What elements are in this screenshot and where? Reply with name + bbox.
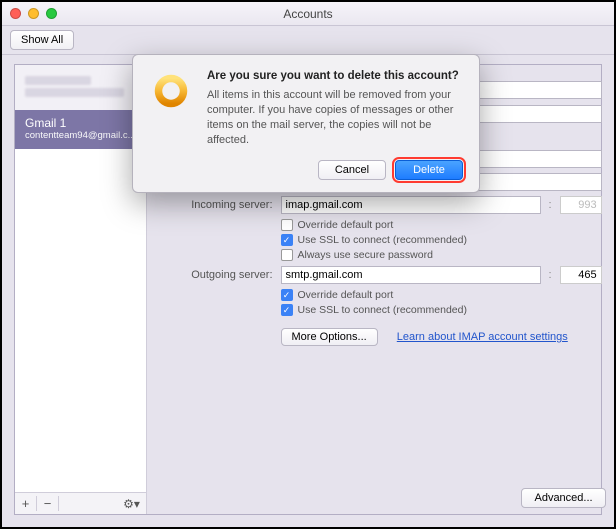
accounts-sidebar: Gmail 1 contentteam94@gmail.c... + − ⚙▾	[15, 65, 147, 514]
sidebar-item-label: Gmail 1	[25, 116, 136, 130]
redacted-text	[25, 88, 124, 97]
incoming-override-port-checkbox[interactable]	[281, 219, 293, 231]
more-options-button[interactable]: More Options...	[281, 328, 378, 346]
preferences-toolbar: Show All	[2, 26, 614, 55]
incoming-secure-password-checkbox[interactable]	[281, 249, 293, 261]
outgoing-server-field[interactable]	[281, 266, 541, 284]
incoming-use-ssl-checkbox[interactable]: ✓	[281, 234, 293, 246]
sidebar-item-account-0[interactable]	[15, 65, 146, 110]
checkbox-label: Always use secure password	[298, 249, 433, 261]
dialog-title: Are you sure you want to delete this acc…	[207, 69, 463, 83]
checkbox-label: Use SSL to connect (recommended)	[298, 234, 467, 246]
checkbox-label: Override default port	[298, 219, 394, 231]
window-titlebar: Accounts	[2, 2, 614, 26]
sidebar-item-sublabel: contentteam94@gmail.c...	[25, 130, 136, 141]
learn-imap-link[interactable]: Learn about IMAP account settings	[397, 331, 568, 343]
incoming-label: Incoming server:	[153, 199, 273, 211]
sidebar-footer: + − ⚙▾	[15, 492, 146, 514]
outgoing-override-port-checkbox[interactable]: ✓	[281, 289, 293, 301]
sidebar-item-account-1[interactable]: Gmail 1 contentteam94@gmail.c...	[15, 110, 146, 149]
checkbox-label: Override default port	[298, 289, 394, 301]
outgoing-use-ssl-checkbox[interactable]: ✓	[281, 304, 293, 316]
outlook-icon	[147, 69, 195, 180]
delete-account-dialog: Are you sure you want to delete this acc…	[132, 54, 480, 193]
advanced-button[interactable]: Advanced...	[521, 488, 605, 508]
incoming-port-field[interactable]	[560, 196, 602, 214]
add-account-button[interactable]: +	[15, 496, 37, 511]
dialog-description: All items in this account will be remove…	[207, 88, 463, 147]
cancel-button[interactable]: Cancel	[318, 160, 386, 180]
gear-button[interactable]: ⚙▾	[118, 497, 146, 511]
checkbox-label: Use SSL to connect (recommended)	[298, 304, 467, 316]
incoming-server-field[interactable]	[281, 196, 541, 214]
remove-account-button[interactable]: −	[37, 496, 59, 511]
redacted-text	[25, 76, 91, 85]
delete-button[interactable]: Delete	[395, 160, 463, 180]
gear-icon: ⚙	[123, 497, 134, 511]
show-all-button[interactable]: Show All	[10, 30, 74, 50]
outgoing-port-field[interactable]	[560, 266, 602, 284]
window-title: Accounts	[2, 7, 614, 21]
outgoing-label: Outgoing server:	[153, 269, 273, 281]
accounts-list[interactable]: Gmail 1 contentteam94@gmail.c...	[15, 65, 146, 492]
